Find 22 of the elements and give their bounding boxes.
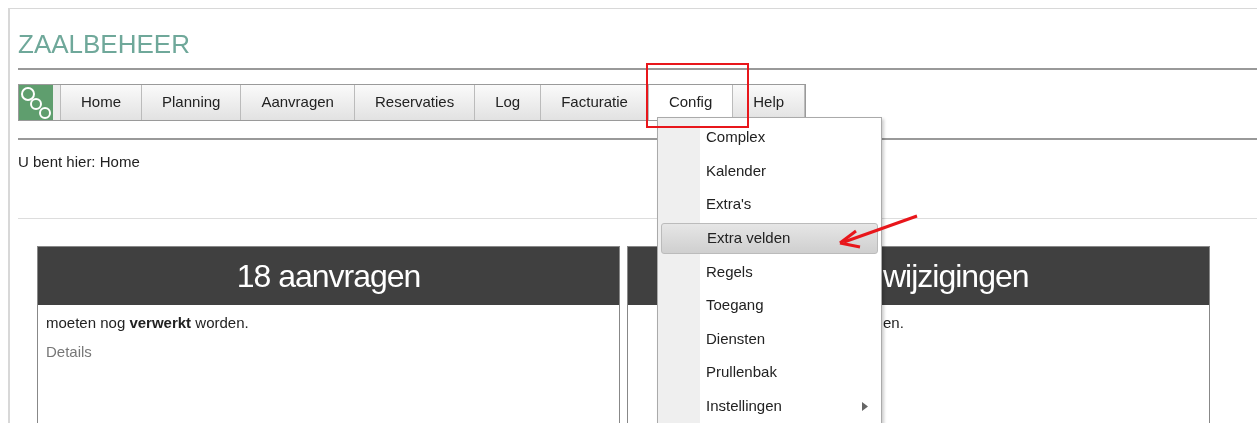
menu-item[interactable]: Kalender <box>661 155 878 187</box>
nav-tab[interactable]: Reservaties <box>354 85 476 120</box>
card-text: en. <box>883 314 904 331</box>
nav-tab[interactable]: Facturatie <box>541 85 649 120</box>
nav-tab[interactable]: Aanvragen <box>241 85 355 120</box>
card-title: 18 aanvragen <box>236 257 421 296</box>
menu-item[interactable]: Extra velden <box>661 222 878 254</box>
app-title: ZAALBEHEER <box>18 29 190 59</box>
card-text: moeten nog verwerkt worden. <box>46 314 249 331</box>
breadcrumb: U bent hier: Home <box>18 153 140 170</box>
card-title: wijzigingen <box>883 257 1029 296</box>
details-link[interactable]: Details <box>46 343 92 360</box>
menu-item[interactable]: Complex <box>661 122 878 153</box>
menu-item[interactable]: Toegang <box>661 289 878 321</box>
nav-tab[interactable]: Home <box>61 85 142 120</box>
menu-item[interactable]: Regels <box>661 256 878 288</box>
nav-tab[interactable]: Planning <box>142 85 242 120</box>
menu-item[interactable]: Prullenbak <box>661 357 878 389</box>
menu-item[interactable]: Diensten <box>661 323 878 355</box>
menu-item[interactable]: Instellingen <box>661 390 878 422</box>
menu-item[interactable]: Extra's <box>661 189 878 221</box>
nav-tab[interactable]: Log <box>475 85 542 120</box>
